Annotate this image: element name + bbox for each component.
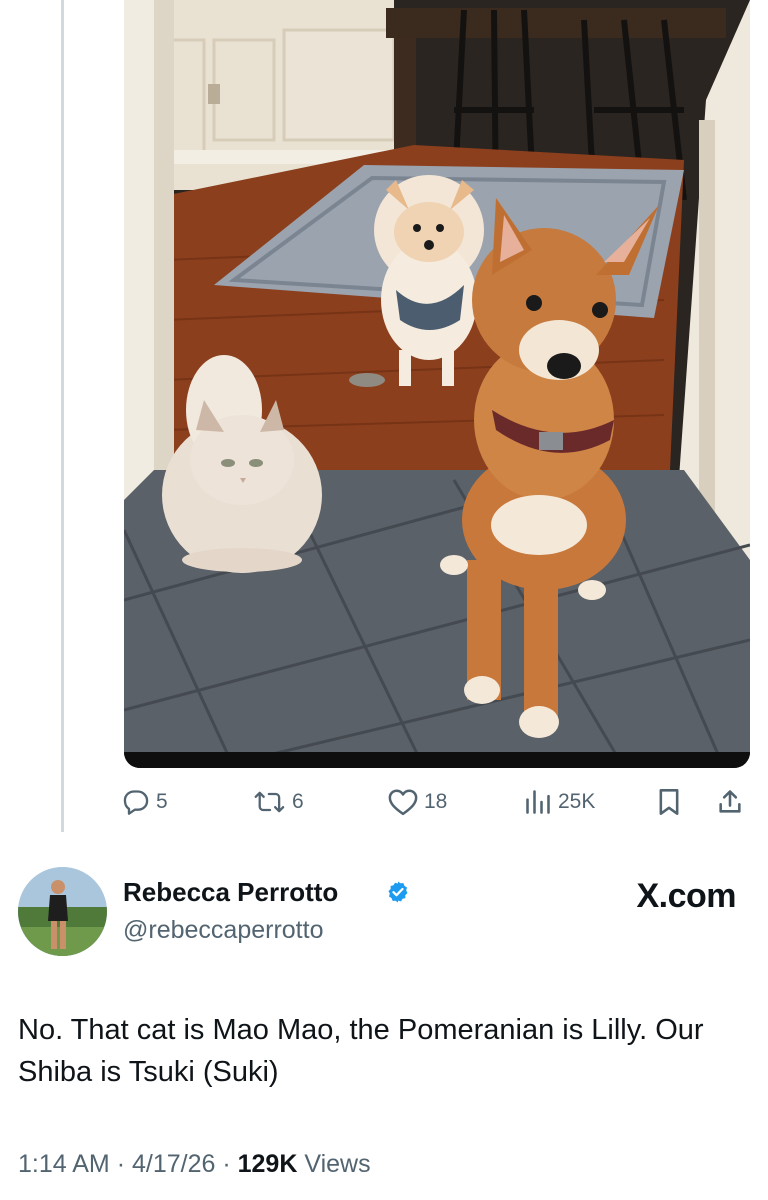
meta-separator: · [116, 1150, 132, 1178]
author-handle[interactable]: @rebeccaperrotto [123, 916, 323, 945]
author-name[interactable]: Rebecca Perrotto [123, 877, 338, 908]
repost-button[interactable]: 6 [254, 780, 304, 824]
share-button[interactable] [716, 780, 744, 824]
heart-icon [388, 789, 418, 816]
views-count: 25K [558, 790, 596, 813]
like-button[interactable]: 18 [388, 780, 447, 824]
tweet-text: No. That cat is Mao Mao, the Pomeranian … [18, 1014, 704, 1088]
bookmark-button[interactable] [656, 780, 682, 824]
repost-icon [254, 791, 285, 813]
share-icon [719, 790, 741, 813]
pets-photo-illustration [124, 0, 750, 768]
thread-connector-line [61, 0, 64, 832]
x-com-watermark: X.com [636, 877, 736, 915]
views-icon [526, 790, 550, 814]
views-button[interactable]: 25K [524, 780, 595, 824]
reply-button[interactable]: 5 [122, 780, 168, 824]
tweet-views-label: Views [304, 1150, 371, 1178]
tweet-date[interactable]: 4/17/26 [132, 1150, 215, 1178]
author-avatar[interactable] [18, 867, 107, 956]
repost-count: 6 [292, 790, 304, 813]
avatar-photo [18, 867, 107, 956]
meta-separator: · [222, 1150, 238, 1178]
post-photo[interactable] [124, 0, 750, 768]
reply-count: 5 [156, 790, 168, 813]
reply-icon [123, 790, 149, 815]
tweet-time[interactable]: 1:14 AM [18, 1150, 110, 1178]
bookmark-icon [659, 789, 679, 815]
like-count: 18 [424, 790, 448, 813]
post-action-bar: 5 6 18 25K [0, 780, 768, 824]
tweet-meta: 1:14 AM · 4/17/26 · 129K Views [18, 1150, 371, 1179]
verified-badge-icon [388, 881, 408, 903]
tweet-views-count: 129K [237, 1150, 298, 1178]
